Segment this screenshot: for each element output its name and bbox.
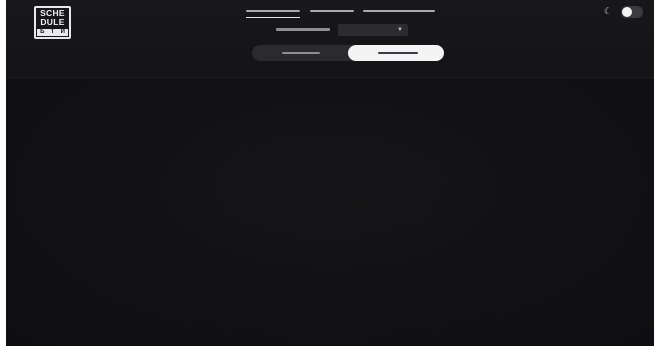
logo-line-2: DULE [40, 17, 65, 27]
logo-footer-letter-2: Т [50, 29, 55, 35]
logo-footer-letter-3: И [60, 29, 65, 35]
app-window: SCHE DULE Б Т И ☾ ▼ [6, 0, 654, 346]
top-bar: SCHE DULE Б Т И ☾ ▼ [6, 0, 654, 78]
app-logo[interactable]: SCHE DULE Б Т И [34, 6, 71, 39]
nav-link-2[interactable] [310, 6, 354, 18]
toggle-knob [622, 7, 632, 17]
filter-label [272, 25, 332, 35]
filter-select[interactable]: ▼ [338, 24, 408, 36]
view-option-1[interactable] [252, 45, 348, 61]
logo-footer: Б Т И [37, 29, 68, 36]
logo-footer-letter-1: Б [40, 29, 45, 35]
moon-icon: ☾ [603, 6, 613, 16]
nav-link-1[interactable] [246, 6, 300, 18]
nav-link-3[interactable] [363, 6, 435, 18]
view-option-2[interactable] [348, 45, 444, 61]
main-content-area [6, 79, 654, 346]
theme-toggle[interactable] [621, 6, 643, 18]
chevron-down-icon: ▼ [397, 27, 403, 33]
view-switch [252, 45, 444, 61]
